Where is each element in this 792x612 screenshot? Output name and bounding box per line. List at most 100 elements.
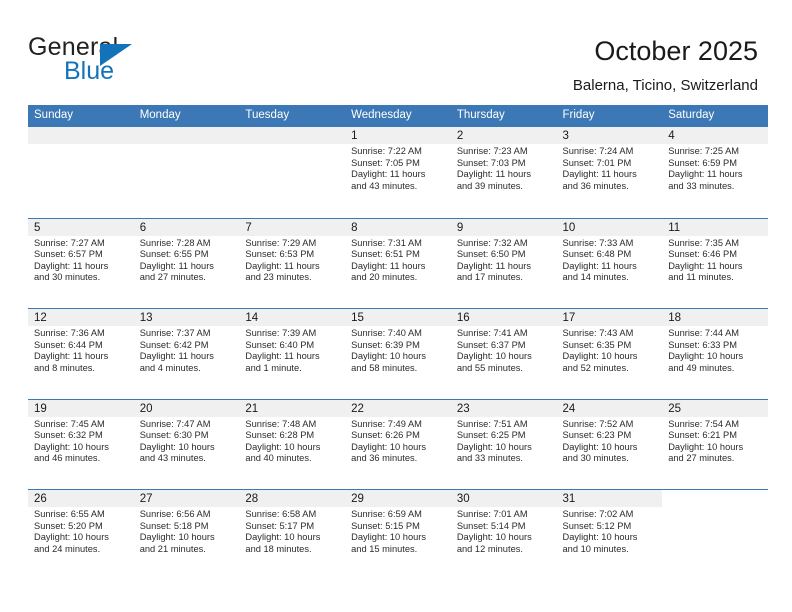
calendar-day-cell[interactable]: 28 Sunrise: 6:58 AM Sunset: 5:17 PM Dayligh… [239,490,346,580]
calendar-day-cell[interactable]: 29 Sunrise: 6:59 AM Sunset: 5:15 PM Dayligh… [345,490,451,580]
daylight-duration-hours: Daylight: 11 hours [456,169,532,180]
calendar-day-cell[interactable]: 5 Sunrise: 7:27 AM Sunset: 6:57 PM Daylight… [28,218,134,309]
daylight-duration-minutes: and 12 minutes. [456,543,523,554]
calendar-day-cell[interactable]: 25 Sunrise: 7:54 AM Sunset: 6:21 PM Dayligh… [662,399,768,490]
calendar-week-row: 12 Sunrise: 7:36 AM Sunset: 6:44 PM Dayligh… [28,308,768,399]
sunset-time: Sunset: 6:57 PM [34,249,103,260]
calendar-day-cell[interactable]: 8 Sunrise: 7:31 AM Sunset: 6:51 PM Daylight… [345,218,451,309]
calendar-day-cell[interactable]: 10 Sunrise: 7:33 AM Sunset: 6:48 PM Dayligh… [556,218,663,309]
sunrise-time: Sunrise: 7:01 AM [456,509,528,519]
daylight-duration-minutes: and 52 minutes. [562,362,629,373]
calendar-day-cell[interactable]: 11 Sunrise: 7:35 AM Sunset: 6:46 PM Dayligh… [662,218,768,309]
calendar-day-cell[interactable]: 18 Sunrise: 7:44 AM Sunset: 6:33 PM Dayligh… [662,309,768,399]
sunrise-time: Sunrise: 7:41 AM [456,328,528,338]
day-number: 5 [28,218,134,236]
calendar-day-cell[interactable]: 13 Sunrise: 7:37 AM Sunset: 6:42 PM Dayligh… [133,309,240,399]
weekday-header-thursday: Thursday [456,109,505,121]
calendar-day-cell[interactable]: 17 Sunrise: 7:43 AM Sunset: 6:35 PM Dayligh… [556,309,663,399]
calendar-day-cell[interactable]: 12 Sunrise: 7:36 AM Sunset: 6:44 PM Dayligh… [28,309,134,399]
day-number: 18 [662,309,768,326]
daylight-duration-minutes: and 1 minute. [245,362,302,373]
sunrise-time: Sunrise: 7:35 AM [668,237,740,248]
sunset-time: Sunset: 5:17 PM [245,520,315,531]
sunrise-time: Sunrise: 7:40 AM [351,328,422,338]
day-number: 24 [556,399,663,417]
day-number: 3 [556,127,663,144]
calendar-day-cell[interactable]: 22 Sunrise: 7:49 AM Sunset: 6:26 PM Dayligh… [345,399,451,490]
sunset-time: Sunset: 6:50 PM [456,249,526,260]
calendar-day-cell[interactable]: 30 Sunrise: 7:01 AM Sunset: 5:14 PM Dayligh… [450,490,557,580]
day-number: 7 [239,218,346,236]
sunrise-time: Sunrise: 7:37 AM [139,328,211,338]
daylight-duration-hours: Daylight: 10 hours [668,441,744,452]
daylight-duration-hours: Daylight: 10 hours [562,441,638,452]
logo-text-blue: Blue [64,57,115,85]
daylight-duration-minutes: and 17 minutes. [456,272,523,283]
day-sun-details: Sunrise: 7:27 AM Sunset: 6:57 PM Daylight:… [28,236,134,284]
day-sun-details: Sunrise: 7:23 AM Sunset: 7:03 PM Daylight:… [451,144,557,192]
day-sun-details: Sunrise: 6:56 AM Sunset: 5:18 PM Daylight:… [134,507,240,555]
calendar-week-row: 5 Sunrise: 7:27 AM Sunset: 6:57 PM Daylight… [28,217,768,309]
sunrise-time: Sunrise: 7:23 AM [456,146,528,156]
calendar-day-cell[interactable]: 26 Sunrise: 6:55 AM Sunset: 5:20 PM Dayligh… [28,490,134,580]
day-number: 19 [28,399,134,417]
calendar-week-row: 19 Sunrise: 7:45 AM Sunset: 6:32 PM Dayligh… [28,398,768,490]
calendar-day-cell[interactable]: 6 Sunrise: 7:28 AM Sunset: 6:55 PM Daylight… [133,218,240,309]
sunrise-time: Sunrise: 6:56 AM [139,509,211,519]
calendar-day-cell[interactable]: 20 Sunrise: 7:47 AM Sunset: 6:30 PM Dayligh… [133,399,240,490]
calendar-day-cell[interactable]: 4 Sunrise: 7:25 AM Sunset: 6:59 PM Daylight… [662,127,768,218]
sunrise-time: Sunrise: 7:22 AM [351,146,422,156]
calendar-day-cell[interactable]: 19 Sunrise: 7:45 AM Sunset: 6:32 PM Dayligh… [28,399,134,490]
calendar-day-cell-empty [133,127,240,218]
day-number: 4 [662,127,768,144]
sunset-time: Sunset: 6:53 PM [245,249,315,260]
sunset-time: Sunset: 6:37 PM [456,339,526,350]
calendar-day-cell[interactable]: 7 Sunrise: 7:29 AM Sunset: 6:53 PM Daylight… [239,218,346,309]
page-title: October 2025 [594,36,758,66]
daylight-duration-hours: Daylight: 10 hours [456,351,532,362]
day-number: 9 [450,218,557,236]
day-sun-details: Sunrise: 7:49 AM Sunset: 6:26 PM Daylight:… [345,417,451,465]
calendar-day-cell[interactable]: 27 Sunrise: 6:56 AM Sunset: 5:18 PM Dayligh… [133,490,240,580]
sunrise-time: Sunrise: 7:32 AM [456,237,528,248]
calendar-day-cell[interactable]: 3 Sunrise: 7:24 AM Sunset: 7:01 PM Daylight… [556,127,663,218]
calendar-day-cell[interactable]: 23 Sunrise: 7:51 AM Sunset: 6:25 PM Dayligh… [450,399,557,490]
calendar-day-cell[interactable]: 31 Sunrise: 7:02 AM Sunset: 5:12 PM Dayligh… [556,490,663,580]
calendar-day-cell[interactable]: 9 Sunrise: 7:32 AM Sunset: 6:50 PM Daylight… [450,218,557,309]
daylight-duration-minutes: and 30 minutes. [562,453,629,464]
day-sun-details: Sunrise: 7:41 AM Sunset: 6:37 PM Daylight:… [451,326,557,374]
sunrise-time: Sunrise: 6:55 AM [34,509,105,519]
daylight-duration-minutes: and 4 minutes. [139,362,201,373]
sunset-time: Sunset: 7:05 PM [351,157,420,168]
day-number: 11 [662,218,768,236]
calendar-day-cell[interactable]: 2 Sunrise: 7:23 AM Sunset: 7:03 PM Daylight… [450,127,557,218]
sunrise-time: Sunrise: 7:36 AM [34,328,105,338]
calendar-grid: Sunday Monday Tuesday Wednesday Thursday… [28,105,768,580]
calendar-day-cell[interactable]: 14 Sunrise: 7:39 AM Sunset: 6:40 PM Dayligh… [239,309,346,399]
daylight-duration-minutes: and 39 minutes. [456,180,523,191]
daylight-duration-minutes: and 27 minutes. [139,272,206,283]
calendar-day-cell[interactable]: 1 Sunrise: 7:22 AM Sunset: 7:05 PM Daylight… [345,127,451,218]
sunset-time: Sunset: 6:51 PM [351,249,420,260]
sunset-time: Sunset: 5:15 PM [351,520,420,531]
calendar-day-cell[interactable]: 24 Sunrise: 7:52 AM Sunset: 6:23 PM Dayligh… [556,399,663,490]
day-sun-details: Sunrise: 7:54 AM Sunset: 6:21 PM Daylight:… [662,417,768,465]
daylight-duration-minutes: and 55 minutes. [456,362,523,373]
day-sun-details: Sunrise: 6:58 AM Sunset: 5:17 PM Daylight:… [239,507,345,555]
sunset-time: Sunset: 6:35 PM [562,339,632,350]
sunset-time: Sunset: 6:44 PM [34,339,103,350]
day-number: 6 [133,218,240,236]
general-blue-logo[interactable]: General Blue [28,33,178,85]
day-sun-details: Sunrise: 7:51 AM Sunset: 6:25 PM Daylight:… [451,417,557,465]
daylight-duration-hours: Daylight: 10 hours [245,441,321,452]
day-sun-details: Sunrise: 7:22 AM Sunset: 7:05 PM Daylight:… [345,144,451,192]
daylight-duration-hours: Daylight: 10 hours [245,532,321,543]
calendar-day-cell[interactable]: 16 Sunrise: 7:41 AM Sunset: 6:37 PM Dayligh… [450,309,557,399]
day-number: 21 [239,399,346,417]
calendar-day-cell[interactable]: 15 Sunrise: 7:40 AM Sunset: 6:39 PM Dayligh… [345,309,451,399]
sunset-time: Sunset: 6:46 PM [668,249,737,260]
sunset-time: Sunset: 6:30 PM [139,430,209,441]
daylight-duration-minutes: and 33 minutes. [456,453,523,464]
calendar-day-cell[interactable]: 21 Sunrise: 7:48 AM Sunset: 6:28 PM Dayligh… [239,399,346,490]
sunrise-time: Sunrise: 7:31 AM [351,237,422,248]
